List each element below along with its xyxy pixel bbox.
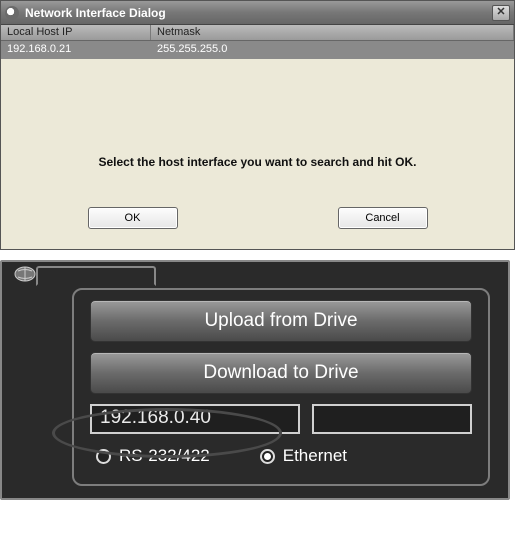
ip-address-value: 192.168.0.40 (100, 407, 211, 428)
cell-netmask: 255.255.255.0 (151, 41, 514, 59)
dialog-button-row: OK Cancel (1, 187, 514, 249)
column-header-ip[interactable]: Local Host IP (1, 25, 151, 40)
cell-ip: 192.168.0.21 (1, 41, 151, 59)
globe-icon (5, 6, 19, 20)
column-header-netmask[interactable]: Netmask (151, 25, 514, 40)
dialog-content: Select the host interface you want to se… (1, 129, 514, 187)
panel-tab-outline (36, 266, 156, 286)
radio-dot-icon (96, 449, 111, 464)
upload-from-drive-button[interactable]: Upload from Drive (90, 300, 472, 342)
interface-list-empty (1, 59, 514, 129)
download-button-label: Download to Drive (203, 362, 358, 384)
cancel-button[interactable]: Cancel (338, 207, 428, 229)
interface-list-row[interactable]: 192.168.0.21 255.255.255.0 (1, 41, 514, 59)
ok-button-label: OK (125, 212, 141, 224)
dialog-title: Network Interface Dialog (25, 6, 492, 20)
instruction-text: Select the host interface you want to se… (21, 155, 494, 169)
drive-panel: Upload from Drive Download to Drive 192.… (0, 260, 510, 500)
network-interface-dialog: Network Interface Dialog ✕ Local Host IP… (0, 0, 515, 250)
ip-address-field[interactable]: 192.168.0.40 (90, 404, 300, 434)
close-button[interactable]: ✕ (492, 5, 510, 21)
radio-row: RS-232/422 Ethernet (90, 446, 472, 466)
close-icon: ✕ (496, 7, 505, 18)
drive-panel-inner: Upload from Drive Download to Drive 192.… (72, 288, 490, 486)
dialog-titlebar[interactable]: Network Interface Dialog ✕ (1, 1, 514, 25)
fields-row: 192.168.0.40 (90, 404, 472, 434)
interface-list-header: Local Host IP Netmask (1, 25, 514, 41)
download-to-drive-button[interactable]: Download to Drive (90, 352, 472, 394)
radio-ethernet[interactable]: Ethernet (260, 446, 347, 466)
radio-ethernet-label: Ethernet (283, 446, 347, 466)
radio-dot-icon (260, 449, 275, 464)
radio-serial-label: RS-232/422 (119, 446, 210, 466)
ok-button[interactable]: OK (88, 207, 178, 229)
earth-icon (14, 266, 36, 282)
secondary-field[interactable] (312, 404, 472, 434)
upload-button-label: Upload from Drive (204, 310, 357, 332)
radio-serial[interactable]: RS-232/422 (96, 446, 210, 466)
cancel-button-label: Cancel (365, 212, 399, 224)
